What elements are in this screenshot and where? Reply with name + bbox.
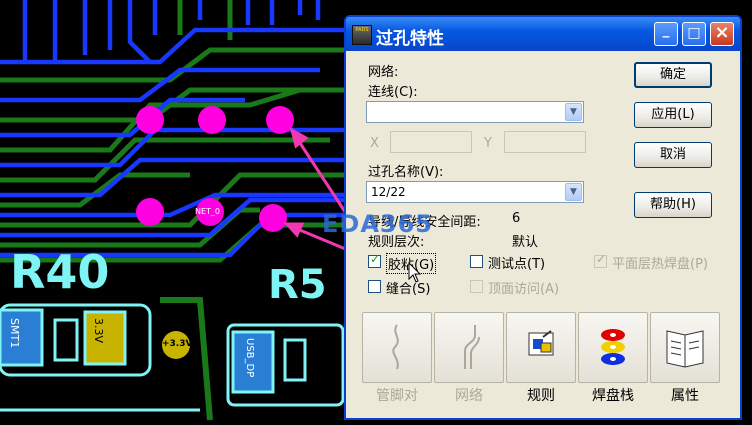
stitch-checkbox[interactable] xyxy=(368,280,381,293)
connect-combo[interactable]: ▼ xyxy=(366,101,584,123)
y-field xyxy=(504,131,586,153)
rules-icon xyxy=(528,330,554,356)
net-button xyxy=(434,312,504,383)
rule-level-value: 默认 xyxy=(512,235,539,250)
cancel-button[interactable]: 取消 xyxy=(634,142,712,168)
designator-r40: R40 xyxy=(10,245,110,299)
apply-button[interactable]: 应用(L) xyxy=(634,102,712,128)
test-point-checkbox[interactable] xyxy=(470,255,483,268)
attributes-icon xyxy=(666,330,704,368)
designator-r5: R5 xyxy=(268,262,327,308)
chip-label-a: 3.3V xyxy=(92,318,105,344)
mouse-cursor-icon xyxy=(408,262,422,283)
watermark: EDA365 xyxy=(322,210,433,238)
checkmark-icon: ✓ xyxy=(370,252,381,266)
plane-thermal-checkbox: ✓ xyxy=(594,252,607,268)
pad-stack-label: 焊盘栈 xyxy=(592,388,634,404)
pad-stack-button[interactable] xyxy=(578,312,648,383)
checkmark-icon: ✓ xyxy=(596,252,607,266)
pad-label-3v3: +3.3V xyxy=(162,339,193,349)
ok-button[interactable]: 确定 xyxy=(634,62,712,88)
glue-checkbox[interactable]: ✓ xyxy=(368,252,381,268)
net-label-btn: 网络 xyxy=(455,388,483,404)
pin-pair-button xyxy=(362,312,432,383)
pin-pair-icon xyxy=(392,324,399,370)
clearance-value: 6 xyxy=(512,211,521,226)
test-point-label[interactable]: 测试点(T) xyxy=(488,253,545,272)
attributes-label: 属性 xyxy=(671,388,699,404)
close-button[interactable]: × xyxy=(710,22,734,46)
chevron-down-icon[interactable]: ▼ xyxy=(565,183,582,201)
pin-pair-label: 管脚对 xyxy=(376,388,418,404)
dialog-title: 过孔特性 xyxy=(376,29,444,49)
rules-button[interactable] xyxy=(506,312,576,383)
pad-stack-icon xyxy=(601,329,625,365)
top-access-checkbox xyxy=(470,280,483,293)
x-field xyxy=(390,131,472,153)
rules-label: 规则 xyxy=(527,388,555,404)
top-access-label: 顶面访问(A) xyxy=(488,282,560,297)
maximize-button[interactable]: □ xyxy=(682,22,706,46)
net-label-small: NET_0 xyxy=(195,207,221,216)
dialog-titlebar[interactable]: PADS 过孔特性 _ □ × xyxy=(346,17,740,51)
x-label: X xyxy=(370,136,379,151)
plane-thermal-label: 平面层热焊盘(P) xyxy=(612,257,708,272)
help-button[interactable]: 帮助(H) xyxy=(634,192,712,218)
chip-label-c: USB_DP xyxy=(244,338,255,378)
chip-label-b: SMT1 xyxy=(8,318,21,349)
net-label: 网络: xyxy=(368,65,399,80)
via-name-value: 12/22 xyxy=(371,185,406,199)
y-label: Y xyxy=(484,136,492,151)
minimize-button[interactable]: _ xyxy=(654,22,678,46)
via-name-label: 过孔名称(V): xyxy=(368,165,444,180)
pads-app-icon: PADS xyxy=(352,25,372,45)
via-name-combo[interactable]: 12/22 ▼ xyxy=(366,181,584,203)
connect-label: 连线(C): xyxy=(368,85,418,100)
chevron-down-icon[interactable]: ▼ xyxy=(565,103,582,121)
attributes-button[interactable] xyxy=(650,312,720,383)
net-icon xyxy=(464,325,480,369)
